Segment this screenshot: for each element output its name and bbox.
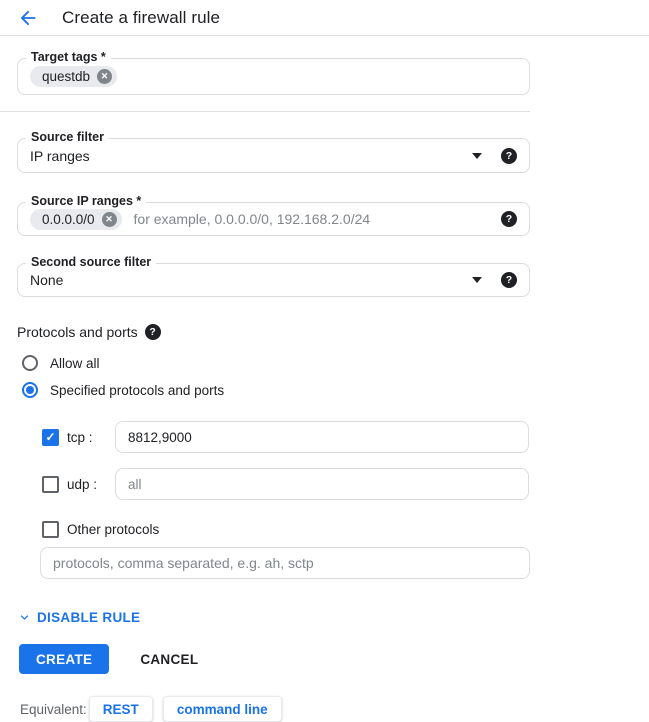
source-ip-chip: 0.0.0.0/0 ✕ <box>30 209 122 230</box>
tcp-ports-input[interactable] <box>115 421 529 453</box>
tcp-checkbox[interactable]: ✓ <box>42 429 59 446</box>
target-tag-chip-text: questdb <box>42 69 90 84</box>
other-protocols-checkbox[interactable] <box>42 521 59 538</box>
tcp-label: tcp : <box>67 430 115 445</box>
target-tag-chip: questdb ✕ <box>30 66 117 87</box>
source-ip-chip-text: 0.0.0.0/0 <box>42 212 95 227</box>
source-filter-value: IP ranges <box>30 148 90 164</box>
tcp-row: ✓ tcp : <box>42 421 530 453</box>
action-buttons: CREATE CANCEL <box>19 644 530 674</box>
close-icon: ✕ <box>101 71 109 82</box>
chevron-down-icon <box>472 277 482 283</box>
arrow-left-icon <box>17 7 39 29</box>
disable-rule-toggle[interactable]: DISABLE RULE <box>17 610 140 625</box>
second-source-filter-label: Second source filter <box>26 255 156 269</box>
second-source-filter-select[interactable]: Second source filter None ? <box>17 263 530 297</box>
source-ip-ranges-label: Source IP ranges * <box>26 194 146 208</box>
protocols-help-icon[interactable]: ? <box>145 324 161 340</box>
source-ip-ranges-field[interactable]: Source IP ranges * 0.0.0.0/0 ✕ for examp… <box>17 202 530 236</box>
udp-label: udp : <box>67 477 115 492</box>
chevron-down-icon <box>17 610 32 625</box>
radio-allow-all-label: Allow all <box>50 356 100 371</box>
close-icon: ✕ <box>105 214 113 225</box>
rest-button[interactable]: REST <box>89 696 153 722</box>
create-button[interactable]: CREATE <box>19 644 109 674</box>
udp-ports-input[interactable] <box>115 468 529 500</box>
equivalent-label: Equivalent: <box>20 702 87 717</box>
target-tags-label: Target tags * <box>26 50 111 64</box>
equivalent-row: Equivalent: REST command line <box>20 696 530 722</box>
remove-ip-button[interactable]: ✕ <box>102 212 117 227</box>
page-header: Create a firewall rule <box>0 0 649 36</box>
radio-specified-protocols[interactable]: Specified protocols and ports <box>22 378 530 402</box>
second-source-filter-value: None <box>30 272 63 288</box>
section-divider <box>0 111 530 112</box>
source-ip-placeholder: for example, 0.0.0.0/0, 192.168.2.0/24 <box>134 211 371 227</box>
source-ip-help-icon[interactable]: ? <box>501 211 517 227</box>
source-filter-help-icon[interactable]: ? <box>501 148 517 164</box>
page-title: Create a firewall rule <box>62 8 220 28</box>
chevron-down-icon <box>472 153 482 159</box>
remove-tag-button[interactable]: ✕ <box>97 69 112 84</box>
cancel-button[interactable]: CANCEL <box>134 651 204 668</box>
target-tags-field[interactable]: Target tags * questdb ✕ <box>17 58 530 95</box>
radio-allow-all[interactable]: Allow all <box>22 351 530 375</box>
radio-button-icon[interactable] <box>22 355 38 371</box>
other-protocols-row: Other protocols <box>42 521 530 538</box>
back-button[interactable] <box>15 5 41 31</box>
other-protocols-input[interactable] <box>40 547 530 579</box>
source-filter-label: Source filter <box>26 130 109 144</box>
command-line-button[interactable]: command line <box>163 696 282 722</box>
source-filter-select[interactable]: Source filter IP ranges ? <box>17 138 530 173</box>
protocols-and-ports-heading: Protocols and ports ? <box>17 324 530 340</box>
radio-button-selected-icon[interactable] <box>22 382 38 398</box>
disable-rule-label: DISABLE RULE <box>37 610 140 625</box>
radio-specified-protocols-label: Specified protocols and ports <box>50 383 224 398</box>
udp-row: udp : <box>42 468 530 500</box>
udp-checkbox[interactable] <box>42 476 59 493</box>
checkmark-icon: ✓ <box>45 431 55 443</box>
other-protocols-label: Other protocols <box>67 522 159 537</box>
second-source-filter-help-icon[interactable]: ? <box>501 272 517 288</box>
